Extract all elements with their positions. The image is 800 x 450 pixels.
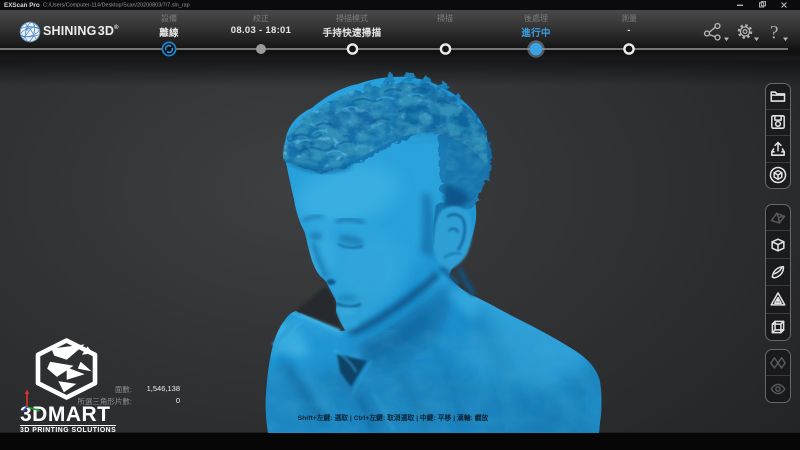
svg-text:?: ? — [770, 23, 778, 44]
